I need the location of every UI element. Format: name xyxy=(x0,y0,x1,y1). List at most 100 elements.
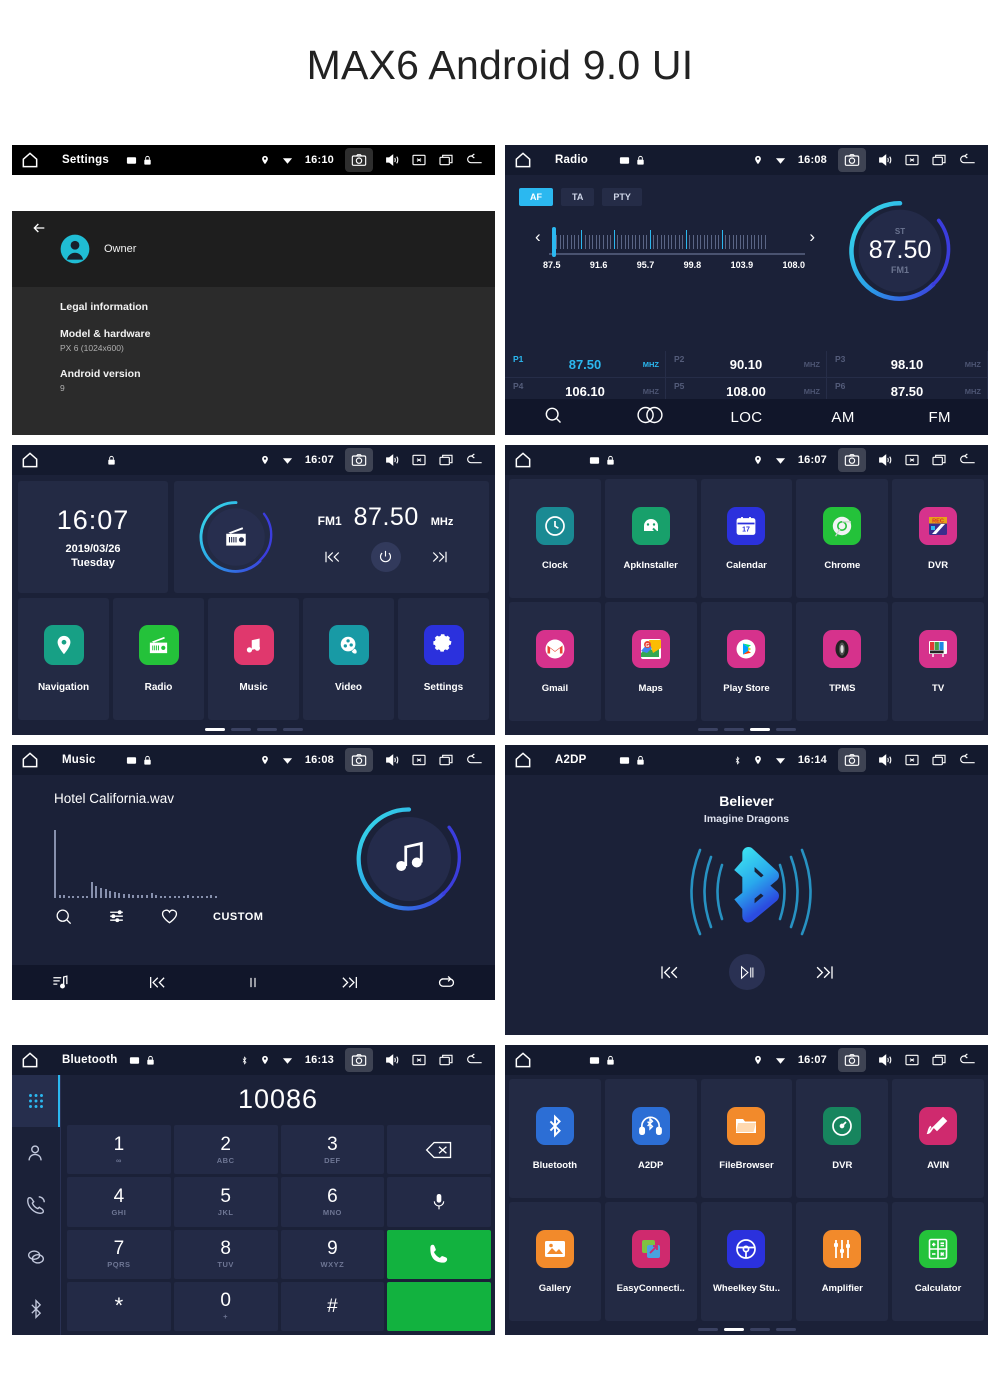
page-dot[interactable] xyxy=(230,728,251,731)
volume-icon[interactable] xyxy=(384,452,400,468)
call-button[interactable] xyxy=(387,1229,491,1279)
page-dot[interactable] xyxy=(749,728,770,731)
sound-mode-label[interactable]: CUSTOM xyxy=(213,911,263,923)
home-app-video[interactable]: Video xyxy=(303,598,394,720)
close-icon[interactable] xyxy=(904,752,920,768)
app-filebrowser[interactable]: FileBrowser xyxy=(700,1079,793,1198)
key-hash[interactable]: # xyxy=(280,1281,385,1331)
page-dot[interactable] xyxy=(723,1328,744,1331)
close-icon[interactable] xyxy=(411,752,427,768)
key-1[interactable]: 1 ∞ xyxy=(67,1125,171,1175)
back-icon[interactable] xyxy=(958,1052,978,1068)
camera-button[interactable] xyxy=(838,148,866,172)
volume-icon[interactable] xyxy=(877,752,893,768)
call-button-ext[interactable] xyxy=(387,1281,491,1331)
app-easyconnection[interactable]: EasyConnecti.. xyxy=(604,1202,697,1321)
radio-stereo-button[interactable] xyxy=(602,405,699,429)
volume-icon[interactable] xyxy=(877,1052,893,1068)
page-dot[interactable] xyxy=(697,728,718,731)
key-star[interactable]: * xyxy=(67,1281,171,1331)
sidebar-item-bluetooth[interactable] xyxy=(12,1283,60,1335)
recents-icon[interactable] xyxy=(931,752,947,768)
preset-button[interactable]: P2 90.10 MHZ xyxy=(666,351,827,378)
back-icon[interactable] xyxy=(958,152,978,168)
home-app-radio[interactable]: Radio xyxy=(113,598,204,720)
page-dot[interactable] xyxy=(749,1328,770,1331)
clock-widget[interactable]: 16:07 2019/03/26 Tuesday xyxy=(18,481,168,593)
close-icon[interactable] xyxy=(904,452,920,468)
page-dot[interactable] xyxy=(775,728,796,731)
owner-row[interactable]: Owner xyxy=(12,211,495,287)
frequency-dial[interactable]: ST 87.50 FM1 xyxy=(846,197,954,305)
home-icon[interactable] xyxy=(20,1050,40,1070)
home-icon[interactable] xyxy=(20,750,40,770)
volume-icon[interactable] xyxy=(384,752,400,768)
heart-icon[interactable] xyxy=(160,908,179,925)
radio-loc-button[interactable]: LOC xyxy=(698,409,795,426)
home-app-settings[interactable]: Settings xyxy=(398,598,489,720)
camera-button[interactable] xyxy=(345,448,373,472)
key-3[interactable]: 3 DEF xyxy=(280,1125,385,1175)
app-bluetooth[interactable]: Bluetooth xyxy=(509,1079,601,1198)
home-icon[interactable] xyxy=(513,1050,533,1070)
app-tv[interactable]: TV xyxy=(892,602,984,721)
equalizer-icon[interactable] xyxy=(107,909,126,925)
volume-icon[interactable] xyxy=(384,1052,400,1068)
radio-fm-button[interactable]: FM xyxy=(891,409,988,426)
app-maps[interactable]: G Maps xyxy=(604,602,697,721)
rds-af-button[interactable]: AF xyxy=(519,188,553,206)
key-5[interactable]: 5 JKL xyxy=(173,1177,278,1227)
app-avin[interactable]: AVIN xyxy=(892,1079,984,1198)
close-icon[interactable] xyxy=(411,152,427,168)
sidebar-item-call-history[interactable] xyxy=(12,1179,60,1231)
key-9[interactable]: 9 WXYZ xyxy=(280,1229,385,1279)
recents-icon[interactable] xyxy=(438,452,454,468)
app-amplifier[interactable]: Amplifier xyxy=(796,1202,889,1321)
home-icon[interactable] xyxy=(513,450,533,470)
back-icon[interactable] xyxy=(465,152,485,168)
recents-icon[interactable] xyxy=(438,1052,454,1068)
page-dot[interactable] xyxy=(723,728,744,731)
app-dvr[interactable]: REC DVR xyxy=(892,479,984,598)
app-calculator[interactable]: Calculator xyxy=(892,1202,984,1321)
recents-icon[interactable] xyxy=(438,152,454,168)
volume-icon[interactable] xyxy=(877,452,893,468)
power-button[interactable] xyxy=(370,541,401,572)
next-icon[interactable] xyxy=(813,962,837,983)
pause-button[interactable] xyxy=(205,973,302,992)
preset-button[interactable]: P3 98.10 MHZ xyxy=(827,351,988,378)
key-6[interactable]: 6 MNO xyxy=(280,1177,385,1227)
key-7[interactable]: 7 PQRS xyxy=(67,1229,171,1279)
app-apkinstaller[interactable]: ApkInstaller xyxy=(604,479,697,598)
tuner-track[interactable] xyxy=(549,227,805,257)
playlist-button[interactable] xyxy=(12,973,109,992)
key-backspace[interactable] xyxy=(387,1125,491,1175)
search-icon[interactable] xyxy=(54,907,73,926)
page-dot[interactable] xyxy=(775,1328,796,1331)
close-icon[interactable] xyxy=(411,452,427,468)
close-icon[interactable] xyxy=(411,1052,427,1068)
list-item[interactable]: Android version 9 xyxy=(60,368,495,393)
page-dot[interactable] xyxy=(697,1328,718,1331)
app-wheelkey-study[interactable]: Wheelkey Stu.. xyxy=(700,1202,793,1321)
recents-icon[interactable] xyxy=(438,752,454,768)
rds-pty-button[interactable]: PTY xyxy=(602,188,642,206)
previous-icon[interactable] xyxy=(657,962,681,983)
back-icon[interactable] xyxy=(465,752,485,768)
tune-prev-button[interactable]: ‹ xyxy=(535,228,541,245)
repeat-button[interactable] xyxy=(398,974,495,992)
recents-icon[interactable] xyxy=(931,152,947,168)
app-calendar[interactable]: 17 Calendar xyxy=(700,479,793,598)
play-pause-button[interactable] xyxy=(728,954,765,990)
page-dot[interactable] xyxy=(282,728,303,731)
page-dot[interactable] xyxy=(256,728,277,731)
preset-button[interactable]: P1 87.50 MHZ xyxy=(505,351,666,378)
camera-button[interactable] xyxy=(838,448,866,472)
sidebar-item-contacts[interactable] xyxy=(12,1127,60,1179)
tuner-knob[interactable] xyxy=(552,227,556,257)
sidebar-item-sync[interactable] xyxy=(12,1231,60,1283)
camera-button[interactable] xyxy=(345,748,373,772)
app-gmail[interactable]: Gmail xyxy=(509,602,601,721)
camera-button[interactable] xyxy=(345,148,373,172)
key-8[interactable]: 8 TUV xyxy=(173,1229,278,1279)
